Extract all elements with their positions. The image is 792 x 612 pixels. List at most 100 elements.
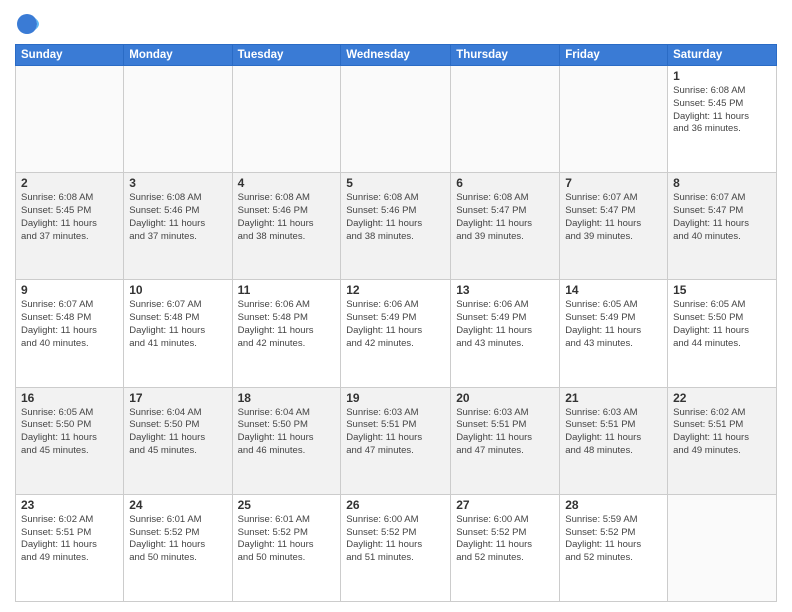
calendar-day-cell: 5 Sunrise: 6:08 AM Sunset: 5:46 PM Daylig…: [341, 173, 451, 280]
day-number: 5: [346, 176, 445, 190]
day-info: Sunrise: 6:02 AM Sunset: 5:51 PM Dayligh…: [673, 407, 771, 458]
calendar-day-cell: 27 Sunrise: 6:00 AM Sunset: 5:52 PM Dayli…: [451, 494, 560, 601]
day-info: Sunrise: 6:03 AM Sunset: 5:51 PM Dayligh…: [456, 407, 554, 458]
day-info: Sunrise: 6:04 AM Sunset: 5:50 PM Dayligh…: [238, 407, 336, 458]
calendar-day-cell: 23 Sunrise: 6:02 AM Sunset: 5:51 PM Dayli…: [16, 494, 124, 601]
weekday-header-row: SundayMondayTuesdayWednesdayThursdayFrid…: [16, 45, 777, 66]
day-number: 12: [346, 283, 445, 297]
day-info: Sunrise: 6:02 AM Sunset: 5:51 PM Dayligh…: [21, 514, 118, 565]
day-number: 7: [565, 176, 662, 190]
day-info: Sunrise: 6:03 AM Sunset: 5:51 PM Dayligh…: [346, 407, 445, 458]
day-info: Sunrise: 6:05 AM Sunset: 5:49 PM Dayligh…: [565, 299, 662, 350]
calendar-day-cell: 6Sunrise: 6:08 AM Sunset: 5:47 PM Daylig…: [451, 173, 560, 280]
calendar-day-cell: 11Sunrise: 6:06 AM Sunset: 5:48 PM Dayli…: [232, 280, 341, 387]
day-info: Sunrise: 6:07 AM Sunset: 5:47 PM Dayligh…: [565, 192, 662, 243]
weekday-header-saturday: Saturday: [668, 45, 777, 66]
day-number: 16: [21, 391, 118, 405]
day-info: Sunrise: 6:07 AM Sunset: 5:48 PM Dayligh…: [129, 299, 226, 350]
day-number: 14: [565, 283, 662, 297]
day-info: Sunrise: 6:08 AM Sunset: 5:46 PM Dayligh…: [238, 192, 336, 243]
calendar-day-cell: 12 Sunrise: 6:06 AM Sunset: 5:49 PM Dayli…: [341, 280, 451, 387]
day-info: Sunrise: 6:06 AM Sunset: 5:49 PM Dayligh…: [456, 299, 554, 350]
calendar-week-row: 1 Sunrise: 6:08 AM Sunset: 5:45 PM Daylig…: [16, 66, 777, 173]
day-number: 15: [673, 283, 771, 297]
calendar-day-cell: 2Sunrise: 6:08 AM Sunset: 5:45 PM Daylig…: [16, 173, 124, 280]
day-info: Sunrise: 6:08 AM Sunset: 5:46 PM Dayligh…: [129, 192, 226, 243]
day-number: 1: [673, 69, 771, 83]
day-number: 3: [129, 176, 226, 190]
day-number: 24: [129, 498, 226, 512]
weekday-header-friday: Friday: [560, 45, 668, 66]
day-info: Sunrise: 5:59 AM Sunset: 5:52 PM Dayligh…: [565, 514, 662, 565]
calendar-day-cell: [16, 66, 124, 173]
calendar-day-cell: 26 Sunrise: 6:00 AM Sunset: 5:52 PM Dayli…: [341, 494, 451, 601]
day-info: Sunrise: 6:06 AM Sunset: 5:48 PM Dayligh…: [238, 299, 336, 350]
calendar-day-cell: 7 Sunrise: 6:07 AM Sunset: 5:47 PM Daylig…: [560, 173, 668, 280]
header: [15, 10, 777, 38]
day-info: Sunrise: 6:07 AM Sunset: 5:47 PM Dayligh…: [673, 192, 771, 243]
day-info: Sunrise: 6:07 AM Sunset: 5:48 PM Dayligh…: [21, 299, 118, 350]
day-number: 20: [456, 391, 554, 405]
day-info: Sunrise: 6:06 AM Sunset: 5:49 PM Dayligh…: [346, 299, 445, 350]
day-number: 22: [673, 391, 771, 405]
calendar-day-cell: 10 Sunrise: 6:07 AM Sunset: 5:48 PM Dayli…: [124, 280, 232, 387]
day-info: Sunrise: 6:04 AM Sunset: 5:50 PM Dayligh…: [129, 407, 226, 458]
day-info: Sunrise: 6:01 AM Sunset: 5:52 PM Dayligh…: [129, 514, 226, 565]
weekday-header-thursday: Thursday: [451, 45, 560, 66]
calendar-day-cell: 14 Sunrise: 6:05 AM Sunset: 5:49 PM Dayli…: [560, 280, 668, 387]
day-info: Sunrise: 6:08 AM Sunset: 5:46 PM Dayligh…: [346, 192, 445, 243]
calendar-day-cell: 20 Sunrise: 6:03 AM Sunset: 5:51 PM Dayli…: [451, 387, 560, 494]
calendar-day-cell: 21 Sunrise: 6:03 AM Sunset: 5:51 PM Dayli…: [560, 387, 668, 494]
day-info: Sunrise: 6:01 AM Sunset: 5:52 PM Dayligh…: [238, 514, 336, 565]
calendar-day-cell: [560, 66, 668, 173]
logo: [15, 10, 47, 38]
day-info: Sunrise: 6:00 AM Sunset: 5:52 PM Dayligh…: [456, 514, 554, 565]
day-info: Sunrise: 6:05 AM Sunset: 5:50 PM Dayligh…: [673, 299, 771, 350]
day-number: 13: [456, 283, 554, 297]
day-info: Sunrise: 6:05 AM Sunset: 5:50 PM Dayligh…: [21, 407, 118, 458]
calendar-day-cell: 28 Sunrise: 5:59 AM Sunset: 5:52 PM Dayli…: [560, 494, 668, 601]
calendar-week-row: 9 Sunrise: 6:07 AM Sunset: 5:48 PM Daylig…: [16, 280, 777, 387]
day-number: 21: [565, 391, 662, 405]
calendar-table: SundayMondayTuesdayWednesdayThursdayFrid…: [15, 44, 777, 602]
day-number: 9: [21, 283, 118, 297]
weekday-header-sunday: Sunday: [16, 45, 124, 66]
day-info: Sunrise: 6:08 AM Sunset: 5:47 PM Dayligh…: [456, 192, 554, 243]
calendar-week-row: 2Sunrise: 6:08 AM Sunset: 5:45 PM Daylig…: [16, 173, 777, 280]
day-number: 19: [346, 391, 445, 405]
day-number: 10: [129, 283, 226, 297]
day-info: Sunrise: 6:00 AM Sunset: 5:52 PM Dayligh…: [346, 514, 445, 565]
calendar-day-cell: 22 Sunrise: 6:02 AM Sunset: 5:51 PM Dayli…: [668, 387, 777, 494]
calendar-week-row: 16 Sunrise: 6:05 AM Sunset: 5:50 PM Dayli…: [16, 387, 777, 494]
calendar-day-cell: 4 Sunrise: 6:08 AM Sunset: 5:46 PM Daylig…: [232, 173, 341, 280]
calendar-day-cell: 1 Sunrise: 6:08 AM Sunset: 5:45 PM Daylig…: [668, 66, 777, 173]
day-number: 26: [346, 498, 445, 512]
calendar-day-cell: 25Sunrise: 6:01 AM Sunset: 5:52 PM Dayli…: [232, 494, 341, 601]
calendar-day-cell: 9 Sunrise: 6:07 AM Sunset: 5:48 PM Daylig…: [16, 280, 124, 387]
day-number: 27: [456, 498, 554, 512]
calendar-day-cell: [124, 66, 232, 173]
day-number: 4: [238, 176, 336, 190]
day-number: 18: [238, 391, 336, 405]
calendar-day-cell: 8Sunrise: 6:07 AM Sunset: 5:47 PM Daylig…: [668, 173, 777, 280]
day-info: Sunrise: 6:08 AM Sunset: 5:45 PM Dayligh…: [21, 192, 118, 243]
calendar-day-cell: [668, 494, 777, 601]
day-info: Sunrise: 6:03 AM Sunset: 5:51 PM Dayligh…: [565, 407, 662, 458]
calendar-day-cell: 3 Sunrise: 6:08 AM Sunset: 5:46 PM Daylig…: [124, 173, 232, 280]
calendar-day-cell: 17 Sunrise: 6:04 AM Sunset: 5:50 PM Dayli…: [124, 387, 232, 494]
calendar-day-cell: 18 Sunrise: 6:04 AM Sunset: 5:50 PM Dayli…: [232, 387, 341, 494]
calendar-day-cell: [232, 66, 341, 173]
calendar-day-cell: 24 Sunrise: 6:01 AM Sunset: 5:52 PM Dayli…: [124, 494, 232, 601]
day-number: 23: [21, 498, 118, 512]
weekday-header-tuesday: Tuesday: [232, 45, 341, 66]
day-number: 17: [129, 391, 226, 405]
calendar-day-cell: 16 Sunrise: 6:05 AM Sunset: 5:50 PM Dayli…: [16, 387, 124, 494]
calendar-day-cell: 13 Sunrise: 6:06 AM Sunset: 5:49 PM Dayli…: [451, 280, 560, 387]
calendar-day-cell: [341, 66, 451, 173]
day-number: 28: [565, 498, 662, 512]
calendar-day-cell: [451, 66, 560, 173]
calendar-day-cell: 19 Sunrise: 6:03 AM Sunset: 5:51 PM Dayli…: [341, 387, 451, 494]
day-info: Sunrise: 6:08 AM Sunset: 5:45 PM Dayligh…: [673, 85, 771, 136]
calendar-day-cell: 15 Sunrise: 6:05 AM Sunset: 5:50 PM Dayli…: [668, 280, 777, 387]
weekday-header-monday: Monday: [124, 45, 232, 66]
